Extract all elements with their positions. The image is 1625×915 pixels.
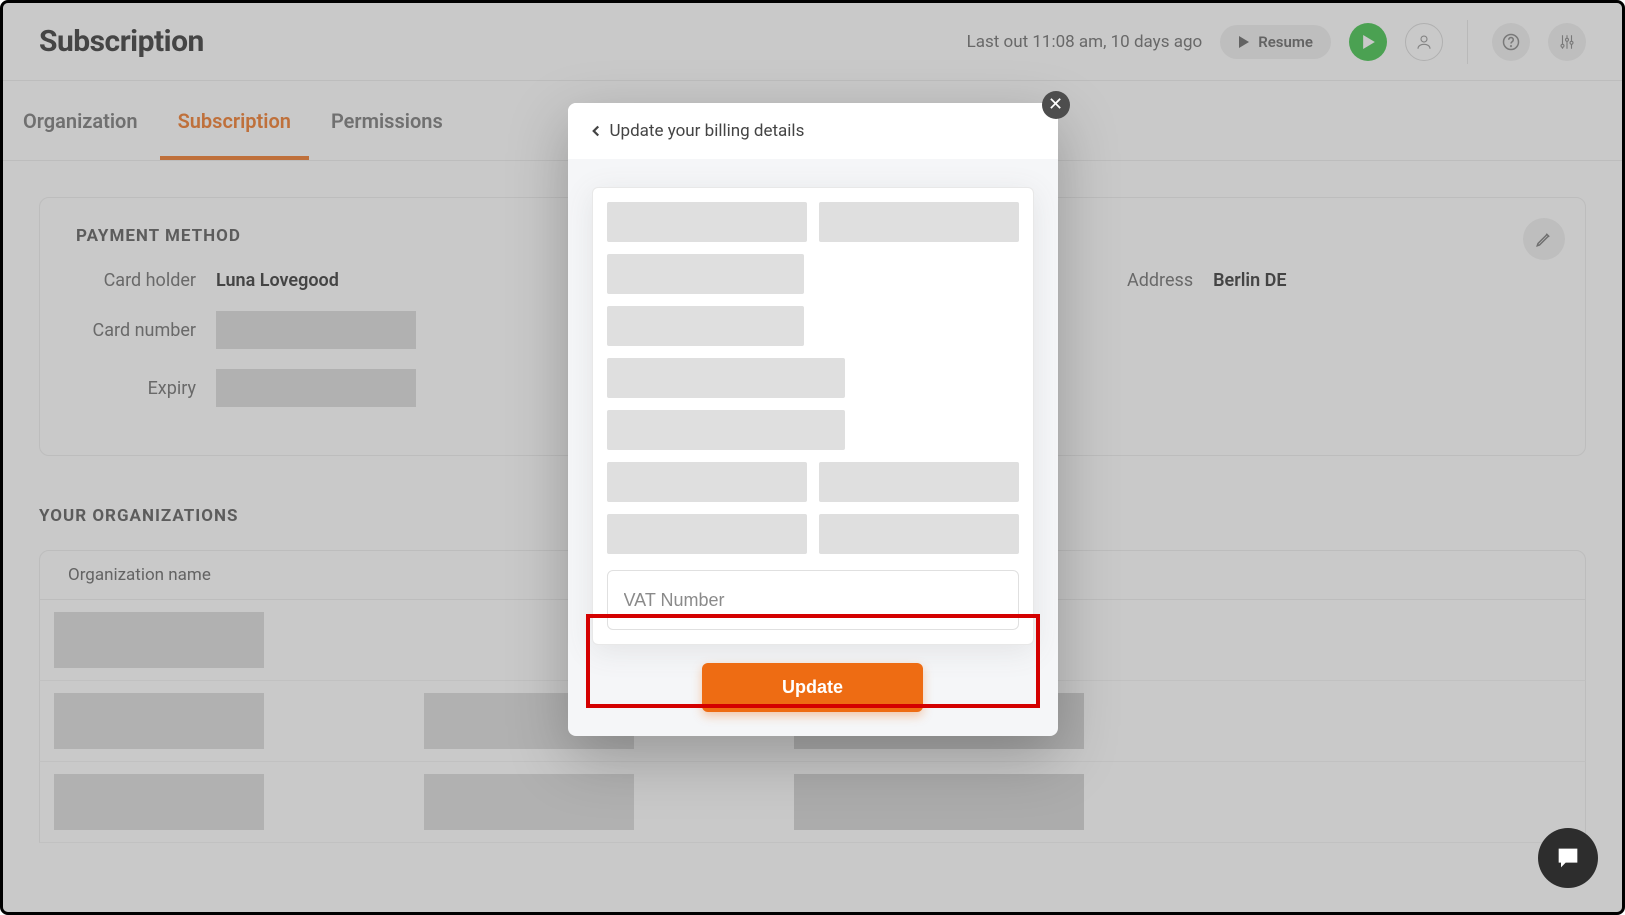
form-field-redacted[interactable] bbox=[607, 410, 846, 450]
form-field-redacted[interactable] bbox=[607, 514, 807, 554]
form-field-redacted[interactable] bbox=[607, 462, 807, 502]
billing-form bbox=[592, 187, 1034, 645]
form-field-redacted[interactable] bbox=[819, 462, 1019, 502]
close-button[interactable]: ✕ bbox=[1042, 91, 1070, 119]
form-field-redacted[interactable] bbox=[819, 514, 1019, 554]
vat-number-input[interactable] bbox=[624, 590, 1002, 611]
form-field-redacted[interactable] bbox=[607, 202, 807, 242]
chat-button[interactable] bbox=[1538, 828, 1598, 888]
vat-number-field[interactable] bbox=[607, 570, 1019, 630]
modal-header[interactable]: Update your billing details bbox=[568, 103, 1058, 159]
form-field-redacted[interactable] bbox=[607, 254, 805, 294]
modal-title: Update your billing details bbox=[610, 121, 805, 141]
billing-modal: ✕ Update your billing details bbox=[568, 103, 1058, 736]
form-field-redacted[interactable] bbox=[819, 202, 1019, 242]
update-button[interactable]: Update bbox=[702, 663, 923, 712]
form-field-redacted[interactable] bbox=[607, 358, 846, 398]
modal-overlay[interactable]: ✕ Update your billing details bbox=[3, 3, 1622, 912]
close-icon: ✕ bbox=[1048, 96, 1063, 114]
chat-icon bbox=[1554, 844, 1582, 872]
chevron-left-icon bbox=[590, 125, 602, 137]
form-field-redacted[interactable] bbox=[607, 306, 805, 346]
